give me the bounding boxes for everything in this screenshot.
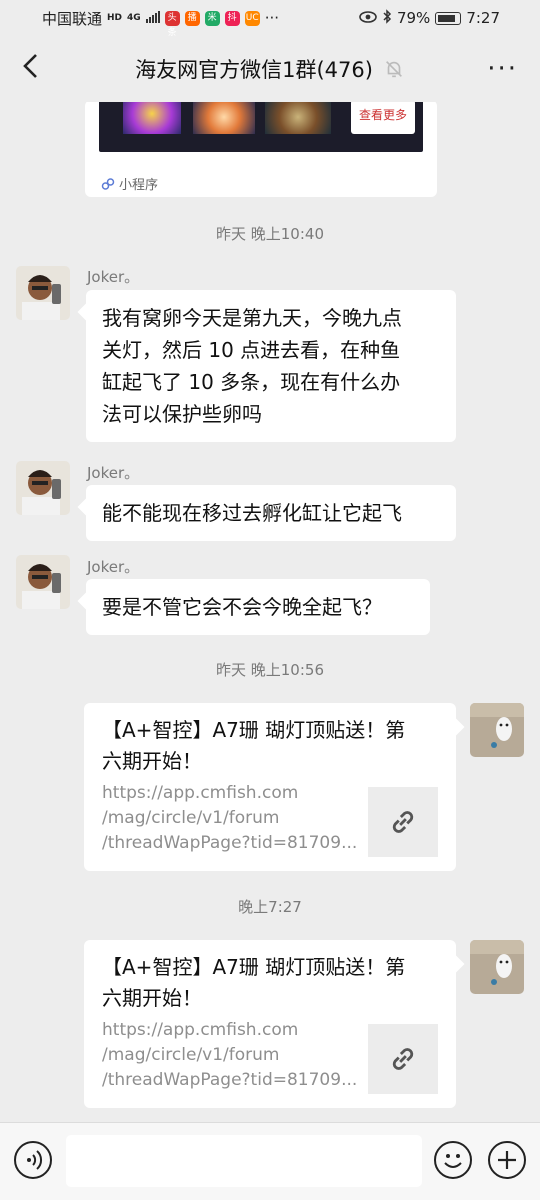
- app-badge-mi: 米: [204, 10, 220, 26]
- link-title: 【A+智控】A7珊 瑚灯顶贴送！第 六期开始！: [102, 715, 442, 777]
- link-thumbnail: [368, 1024, 438, 1094]
- sender-name: Joker。: [87, 464, 140, 482]
- app-badge-douyin: 抖: [224, 10, 240, 26]
- timestamp: 昨天 晚上10:56: [216, 661, 324, 679]
- message-bubble[interactable]: 我有窝卵今天是第九天，今晚九点 关灯，然后 10 点进去看，在种鱼 缸起飞了 1…: [86, 290, 456, 442]
- chat-title-wrap: 海友网官方微信1群(476): [135, 54, 405, 84]
- message-input[interactable]: [66, 1135, 422, 1187]
- battery-icon: [435, 11, 462, 25]
- message-line: 要是不管它会不会今晚全起飞？: [102, 595, 382, 619]
- view-more-button[interactable]: 查看更多: [350, 102, 415, 134]
- mini-program-icon: [101, 177, 115, 190]
- my-avatar[interactable]: [470, 703, 524, 757]
- message-bubble[interactable]: 能不能现在移过去孵化缸让它起飞: [86, 485, 456, 541]
- message-line: 能不能现在移过去孵化缸让它起飞: [102, 501, 402, 525]
- hd-badge: HD: [107, 13, 123, 23]
- link-title: 【A+智控】A7珊 瑚灯顶贴送！第 六期开始！: [102, 952, 442, 1014]
- chat-header: 海友网官方微信1群(476) ···: [0, 36, 540, 102]
- timestamp: 晚上7:27: [238, 898, 302, 916]
- link-icon: [392, 811, 414, 833]
- link-title-line: 六期开始！: [102, 986, 202, 1010]
- avatar-image: [16, 461, 70, 515]
- plus-icon: [498, 1151, 516, 1169]
- link-url-line: /mag/circle/v1/forum: [102, 1045, 280, 1065]
- my-avatar[interactable]: [470, 940, 524, 994]
- sender-name: Joker。: [87, 268, 140, 286]
- avatar[interactable]: [16, 555, 70, 609]
- app-badge-play: 播: [184, 10, 200, 26]
- avatar-image: [470, 940, 524, 994]
- link-url-line: /mag/circle/v1/forum: [102, 808, 280, 828]
- muted-bell-icon: [386, 61, 402, 78]
- emoji-icon: [444, 1154, 462, 1168]
- more-notifications-icon: ···: [264, 9, 279, 27]
- coral-image: [193, 102, 255, 134]
- avatar[interactable]: [16, 461, 70, 515]
- link-title-line: 【A+智控】A7珊 瑚灯顶贴送！第: [102, 718, 406, 742]
- message-bubble[interactable]: 要是不管它会不会今晚全起飞？: [86, 579, 430, 635]
- eye-icon: [359, 9, 377, 27]
- timestamp: 昨天 晚上10:40: [216, 225, 324, 243]
- clock: 7:27: [466, 9, 500, 27]
- bluetooth-icon: [382, 8, 392, 28]
- link-card[interactable]: 【A+智控】A7珊 瑚灯顶贴送！第 六期开始！ https://app.cmfi…: [84, 940, 456, 1108]
- avatar-image: [16, 555, 70, 609]
- chat-title: 海友网官方微信1群(476): [135, 58, 373, 82]
- link-thumbnail: [368, 787, 438, 857]
- voice-button[interactable]: [14, 1141, 52, 1179]
- message-list[interactable]: 查看更多 小程序 昨天 晚上10:40 Joker。 我有窝卵今天是第九天，今晚…: [0, 102, 540, 1122]
- plus-button[interactable]: [488, 1141, 526, 1179]
- message-line: 缸起飞了 10 多条，现在有什么办: [102, 370, 401, 394]
- carrier-label: 中国联通: [42, 9, 103, 28]
- link-url: https://app.cmfish.com /mag/circle/v1/fo…: [102, 781, 364, 856]
- app-badge-uc: UC: [244, 10, 260, 26]
- link-url-line: /threadWapPage?tid=81709...: [102, 1070, 358, 1090]
- signal-icon: [145, 9, 160, 27]
- link-card[interactable]: 【A+智控】A7珊 瑚灯顶贴送！第 六期开始！ https://app.cmfi…: [84, 703, 456, 871]
- mini-program-label: 小程序: [119, 178, 159, 193]
- avatar[interactable]: [16, 266, 70, 320]
- status-bar: 中国联通 HD 4G 头条 播 米 抖 UC ··· 79% 7:27: [0, 0, 540, 38]
- chevron-left-icon: [23, 53, 37, 78]
- link-icon: [392, 1048, 414, 1070]
- message-line: 关灯，然后 10 点进去看，在种鱼: [102, 338, 401, 362]
- link-url: https://app.cmfish.com /mag/circle/v1/fo…: [102, 1018, 364, 1093]
- message-line: 我有窝卵今天是第九天，今晚九点: [102, 306, 402, 330]
- avatar-image: [470, 703, 524, 757]
- link-title-line: 六期开始！: [102, 749, 202, 773]
- sender-name: Joker。: [87, 558, 140, 576]
- more-options-button[interactable]: ···: [478, 54, 518, 84]
- emoji-button[interactable]: [434, 1141, 472, 1179]
- input-bar: [0, 1122, 540, 1200]
- coral-image: [123, 102, 181, 134]
- link-title-line: 【A+智控】A7珊 瑚灯顶贴送！第: [102, 955, 406, 979]
- link-url-line: https://app.cmfish.com: [102, 1020, 299, 1040]
- coral-image: [265, 102, 331, 134]
- battery-percent: 79%: [396, 9, 431, 27]
- link-url-line: /threadWapPage?tid=81709...: [102, 833, 358, 853]
- message-line: 法可以保护些卵吗: [102, 402, 262, 426]
- voice-icon: [27, 1150, 43, 1170]
- mini-program-card[interactable]: 查看更多 小程序: [85, 102, 437, 197]
- network-type: 4G: [127, 13, 141, 23]
- avatar-image: [16, 266, 70, 320]
- mini-program-thumbnail: 查看更多: [99, 102, 423, 152]
- link-url-line: https://app.cmfish.com: [102, 783, 299, 803]
- mini-program-footer: 小程序: [101, 174, 158, 193]
- app-badge-toutiao: 头条: [164, 10, 180, 38]
- back-button[interactable]: [22, 52, 62, 87]
